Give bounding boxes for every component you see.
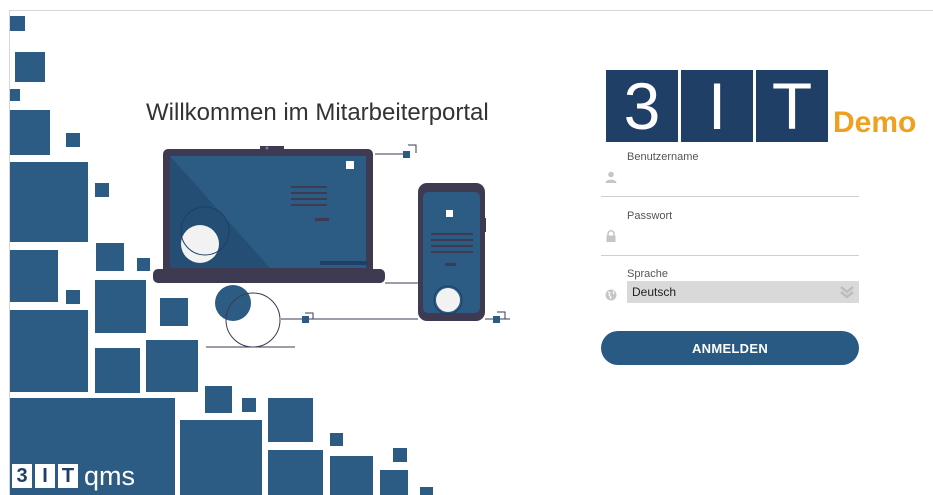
laptop-camera: [260, 146, 284, 150]
login-button[interactable]: ANMELDEN: [601, 331, 859, 365]
mosaic-square: [95, 183, 109, 197]
bit-demo-logo: 3 I T Demo: [606, 70, 916, 142]
login-page: Willkommen im Mitarbeiterportal 3 I T qm…: [0, 0, 933, 495]
username-field: Benutzername: [601, 151, 859, 197]
brand-letter: I: [35, 464, 55, 488]
mosaic-square: [95, 348, 140, 393]
mosaic-square: [205, 386, 232, 413]
username-input[interactable]: [627, 167, 857, 187]
user-icon: [605, 171, 617, 183]
username-label: Benutzername: [627, 151, 699, 163]
password-input[interactable]: [627, 226, 857, 246]
mosaic-square: [242, 398, 256, 412]
mosaic-square: [268, 450, 323, 495]
phone-avatar: [436, 288, 460, 312]
logo-block: 3: [606, 70, 678, 142]
demo-badge: Demo: [833, 106, 917, 139]
language-field: Sprache Deutsch: [601, 268, 859, 310]
globe-icon: [605, 289, 617, 301]
language-select[interactable]: Deutsch: [627, 281, 859, 303]
mosaic-square: [15, 52, 45, 82]
top-divider: [10, 10, 933, 11]
decor-circle: [215, 285, 251, 321]
password-underline: [601, 255, 859, 256]
mosaic-square: [10, 162, 88, 242]
mosaic-square: [10, 89, 20, 101]
username-underline: [601, 196, 859, 197]
laptop-base: [153, 269, 385, 283]
password-label: Passwort: [627, 210, 673, 222]
chevron-down-icon: [840, 286, 854, 299]
mosaic-square: [10, 310, 88, 392]
mosaic-square: [10, 16, 25, 31]
language-selected-value: Deutsch: [632, 285, 677, 299]
mosaic-square: [268, 398, 313, 442]
mosaic-square: [380, 470, 408, 495]
devices-illustration: [153, 144, 510, 348]
mosaic-square: [10, 110, 50, 155]
mosaic-square: [66, 290, 80, 304]
mosaic-square: [420, 487, 433, 495]
mosaic-square: [330, 433, 343, 446]
laptop-avatar: [181, 225, 219, 263]
password-field: Passwort: [601, 210, 859, 256]
welcome-heading: Willkommen im Mitarbeiterportal: [146, 99, 489, 126]
phone-app-icon: [446, 210, 453, 217]
mosaic-square: [180, 420, 262, 495]
logo-block: I: [681, 70, 753, 142]
language-label: Sprache: [627, 268, 668, 280]
brand-letter: T: [58, 464, 78, 488]
brand-letter: 3: [12, 464, 32, 488]
logo-block: T: [756, 70, 828, 142]
mosaic-square: [10, 250, 58, 302]
mosaic-square: [137, 258, 150, 271]
mosaic-square: [66, 133, 80, 147]
mosaic-square: [330, 456, 373, 495]
laptop-app-icon: [346, 161, 354, 169]
bitqms-brand: 3 I T qms: [12, 462, 135, 490]
mosaic-square: [393, 448, 407, 462]
lock-icon: [606, 230, 616, 242]
mosaic-square: [96, 243, 124, 271]
mosaic-square: [95, 280, 146, 333]
brand-suffix: qms: [84, 461, 136, 491]
